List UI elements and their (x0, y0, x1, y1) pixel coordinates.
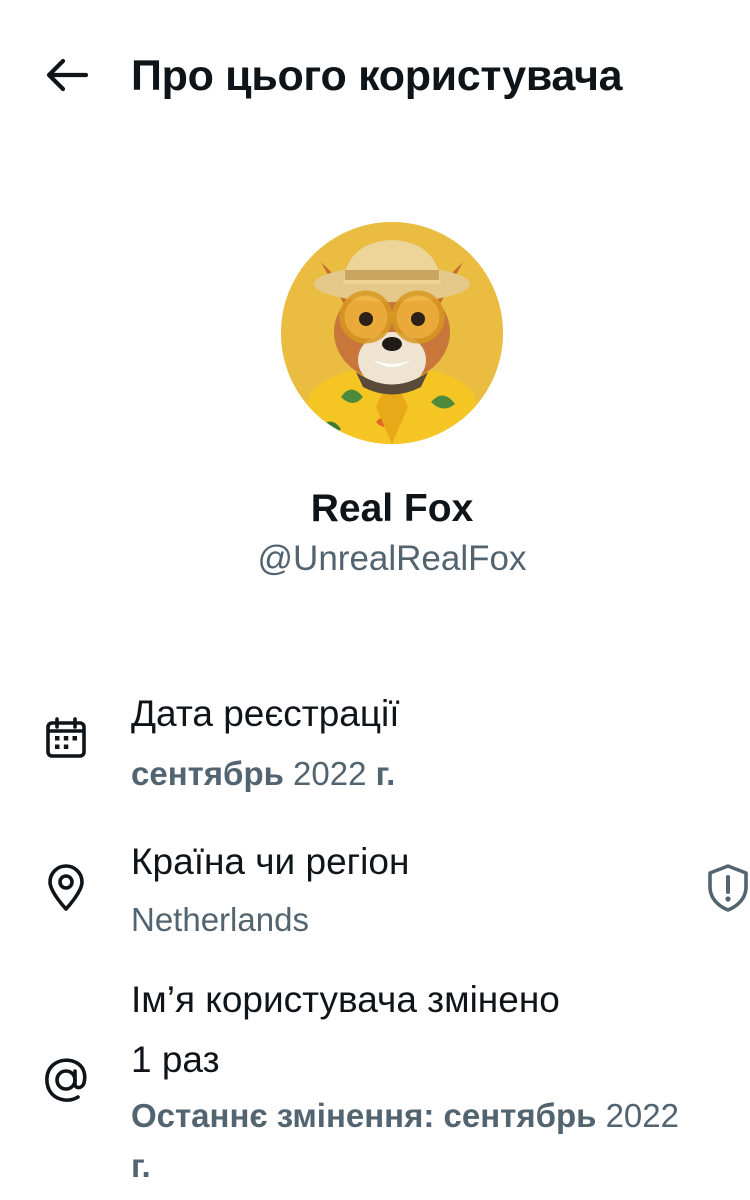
arrow-left-icon (46, 58, 88, 92)
top-bar: Про цього користувача (0, 0, 750, 150)
username-last-change-suffix: г. (131, 1147, 151, 1184)
registration-date-title: Дата реєстрації (131, 693, 400, 734)
country-title: Країна чи регіон (131, 841, 410, 882)
username-handle: @UnrealRealFox (257, 539, 527, 578)
shield-alert-icon (708, 864, 748, 912)
country-value: Netherlands (131, 901, 309, 938)
calendar-icon (36, 708, 96, 768)
username-changes-count: 1 раз (131, 1039, 220, 1080)
page-title: Про цього користувача (131, 52, 623, 100)
shield-info-button[interactable] (700, 860, 750, 916)
avatar-image (281, 222, 503, 444)
back-button[interactable] (38, 50, 94, 100)
display-name: Real Fox (310, 487, 474, 530)
username-changes-title: Ім’я користувача змінено (131, 979, 560, 1020)
registration-date-value: сентябрь 2022 г. (131, 755, 396, 792)
at-sign-icon (36, 1050, 96, 1110)
username-last-change-value: Останнє змінення: сентябрь 2022 (131, 1097, 679, 1134)
avatar[interactable] (281, 222, 503, 444)
location-pin-icon (36, 858, 96, 918)
